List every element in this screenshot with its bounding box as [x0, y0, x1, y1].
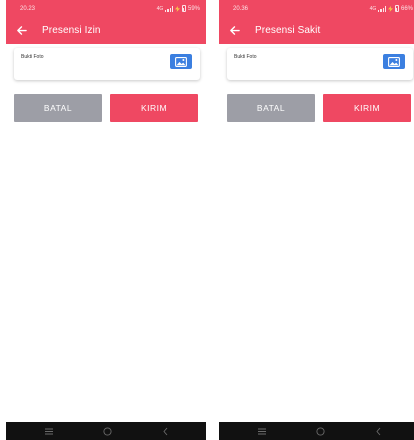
status-icons: 4G 66%	[370, 5, 413, 12]
image-icon	[388, 56, 400, 67]
photo-proof-label: Bukti Foto	[234, 54, 257, 60]
home-icon	[102, 426, 112, 436]
system-nav-bar	[6, 422, 206, 440]
image-icon	[175, 56, 187, 67]
add-photo-button[interactable]	[170, 54, 192, 69]
nav-recents-button[interactable]	[44, 426, 54, 436]
signal-icon	[165, 5, 173, 12]
back-button[interactable]	[227, 23, 241, 37]
nav-back-button[interactable]	[160, 426, 170, 436]
submit-button[interactable]: KIRIM	[110, 94, 198, 122]
phone-screen-izin: 20.23 4G 59% Presensi Izin Bukti Foto BA…	[6, 0, 206, 440]
status-time: 20.36	[233, 6, 249, 12]
nav-home-button[interactable]	[315, 426, 325, 436]
photo-proof-card: Bukti Foto	[227, 48, 413, 80]
battery-icon	[394, 5, 399, 12]
network-type: 4G	[156, 5, 164, 12]
photo-proof-label: Bukti Foto	[21, 54, 44, 60]
back-button[interactable]	[14, 23, 28, 37]
signal-icon	[378, 5, 386, 12]
back-icon	[162, 427, 167, 435]
nav-home-button[interactable]	[102, 426, 112, 436]
charging-icon	[387, 5, 393, 12]
arrow-left-icon	[16, 25, 27, 35]
status-icons: 4G 59%	[157, 5, 200, 12]
battery-percent: 66%	[400, 5, 413, 12]
back-icon	[375, 427, 380, 435]
nav-back-button[interactable]	[373, 426, 383, 436]
cancel-button[interactable]: BATAL	[227, 94, 315, 122]
photo-proof-card: Bukti Foto	[14, 48, 200, 80]
menu-icon	[258, 428, 266, 434]
nav-recents-button[interactable]	[257, 426, 267, 436]
status-time: 20.23	[20, 6, 36, 12]
home-icon	[315, 426, 325, 436]
menu-icon	[45, 428, 53, 434]
battery-icon	[181, 5, 186, 12]
submit-button[interactable]: KIRIM	[323, 94, 411, 122]
phone-screen-sakit: 20.36 4G 66% Presensi Sakit Bukti Foto B…	[219, 0, 414, 440]
page-title: Presensi Sakit	[255, 25, 321, 36]
system-nav-bar	[219, 422, 414, 440]
network-type: 4G	[369, 5, 377, 12]
app-bar: 20.36 4G 66% Presensi Sakit	[219, 0, 414, 44]
add-photo-button[interactable]	[383, 54, 405, 69]
battery-percent: 59%	[187, 5, 200, 12]
charging-icon	[174, 5, 180, 12]
page-title: Presensi Izin	[42, 25, 101, 36]
cancel-button[interactable]: BATAL	[14, 94, 102, 122]
app-bar: 20.23 4G 59% Presensi Izin	[6, 0, 206, 44]
arrow-left-icon	[229, 25, 240, 35]
